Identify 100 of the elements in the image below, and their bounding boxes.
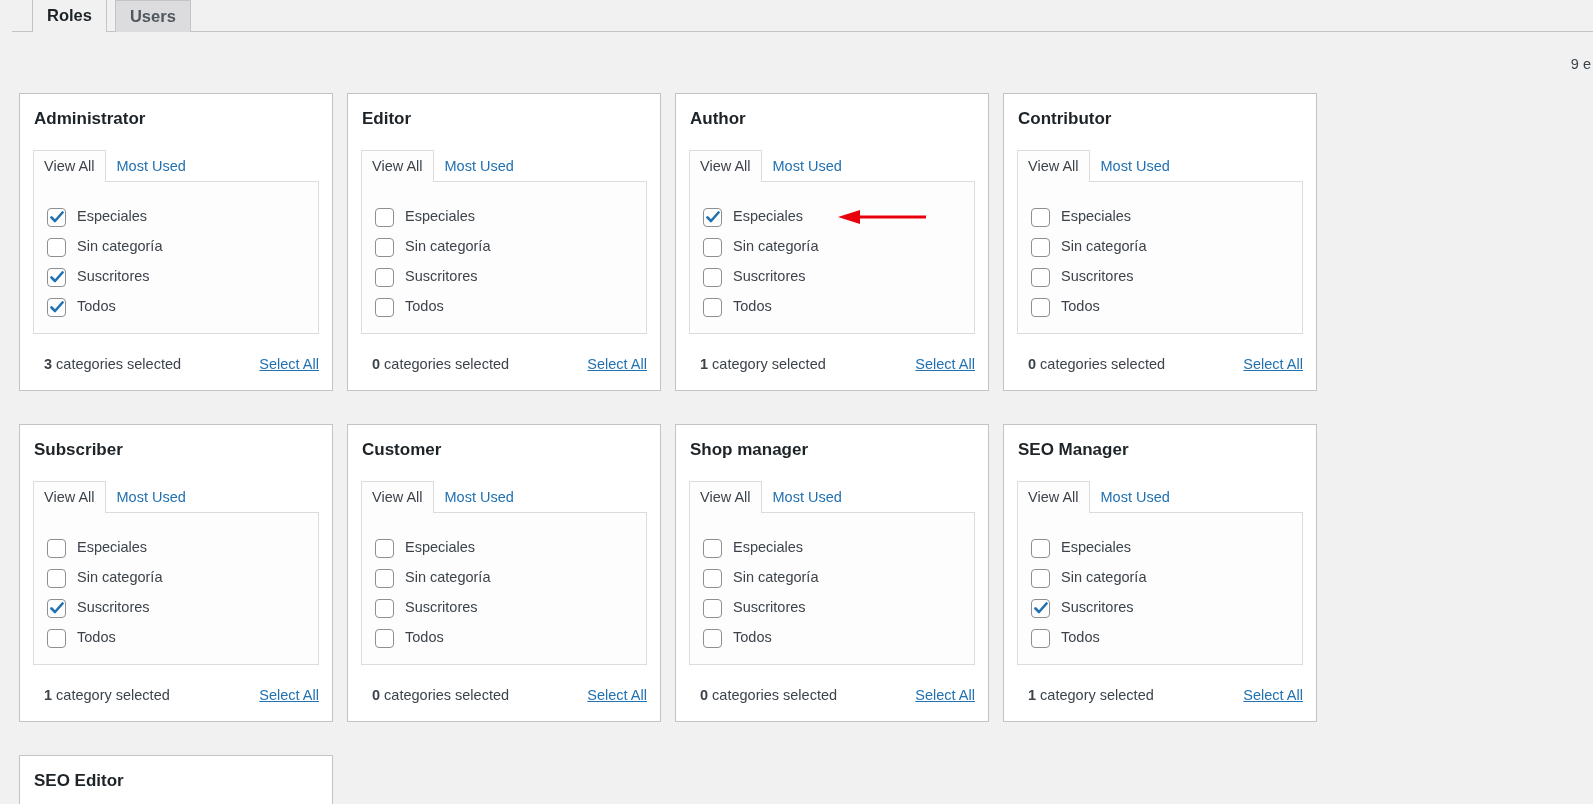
checkbox[interactable] — [1031, 207, 1050, 227]
checkbox[interactable] — [703, 598, 722, 618]
selection-count: 0 categories selected — [372, 686, 510, 706]
checkbox[interactable] — [1031, 628, 1050, 648]
select-all-link[interactable]: Select All — [915, 354, 975, 376]
checkbox[interactable] — [47, 568, 66, 588]
checkbox[interactable] — [703, 628, 722, 648]
checkbox[interactable] — [375, 237, 394, 257]
category-label: Especiales — [77, 538, 148, 558]
checkbox[interactable] — [1031, 598, 1050, 618]
category-label: Todos — [405, 297, 444, 317]
category-tab[interactable]: Most Used — [1089, 149, 1181, 183]
select-all-link[interactable]: Select All — [587, 354, 647, 376]
selection-count: 0 categories selected — [1028, 355, 1166, 375]
checkbox[interactable] — [1031, 267, 1050, 287]
category-label: Especiales — [405, 538, 476, 558]
checkbox[interactable] — [47, 267, 66, 287]
checkbox[interactable] — [703, 267, 722, 287]
checkbox[interactable] — [1031, 237, 1050, 257]
checkbox[interactable] — [703, 297, 722, 317]
select-all-link[interactable]: Select All — [1243, 354, 1303, 376]
category-label: Suscritores — [1061, 267, 1134, 287]
category-label: Sin categoría — [1061, 237, 1147, 257]
category-label: Suscritores — [733, 267, 806, 287]
category-tab[interactable]: Most Used — [761, 149, 853, 183]
category-tab[interactable]: Most Used — [105, 480, 197, 514]
category-label: Especiales — [405, 207, 476, 227]
role-title: SEO Manager — [1018, 439, 1130, 461]
checkbox[interactable] — [47, 207, 66, 227]
category-label: Suscritores — [405, 598, 478, 618]
page-tab[interactable]: Roles — [32, 0, 107, 32]
category-label: Especiales — [1061, 538, 1132, 558]
category-tab[interactable]: View All — [33, 480, 106, 514]
category-tab[interactable]: Most Used — [105, 149, 197, 183]
checkbox[interactable] — [375, 598, 394, 618]
checkbox[interactable] — [1031, 538, 1050, 558]
category-tab[interactable]: View All — [33, 149, 106, 183]
category-tab[interactable]: Most Used — [433, 149, 525, 183]
category-tab[interactable]: View All — [361, 480, 434, 514]
category-label: Todos — [733, 297, 772, 317]
category-label: Suscritores — [733, 598, 806, 618]
select-all-link[interactable]: Select All — [915, 685, 975, 707]
category-label: Sin categoría — [405, 237, 491, 257]
category-tab[interactable]: Most Used — [761, 480, 853, 514]
category-tab[interactable]: View All — [1017, 480, 1090, 514]
category-label: Especiales — [733, 538, 804, 558]
checkbox[interactable] — [375, 538, 394, 558]
checkbox[interactable] — [703, 237, 722, 257]
select-all-link[interactable]: Select All — [1243, 685, 1303, 707]
category-label: Todos — [77, 628, 116, 648]
checkbox[interactable] — [47, 628, 66, 648]
checkbox[interactable] — [47, 598, 66, 618]
category-label: Especiales — [733, 207, 804, 227]
selection-count: 1 category selected — [1028, 686, 1154, 706]
category-label: Sin categoría — [405, 568, 491, 588]
checkbox[interactable] — [375, 297, 394, 317]
select-all-link[interactable]: Select All — [259, 685, 319, 707]
checkbox[interactable] — [47, 538, 66, 558]
checkbox[interactable] — [703, 568, 722, 588]
category-label: Todos — [733, 628, 772, 648]
select-all-link[interactable]: Select All — [259, 354, 319, 376]
checkbox[interactable] — [1031, 297, 1050, 317]
role-title: Shop manager — [690, 439, 810, 461]
page-tab[interactable]: Users — [114, 0, 191, 32]
category-tab[interactable]: View All — [1017, 149, 1090, 183]
role-title: Editor — [362, 108, 413, 130]
checkbox[interactable] — [375, 568, 394, 588]
checkbox[interactable] — [375, 628, 394, 648]
checkbox[interactable] — [703, 207, 722, 227]
select-all-link[interactable]: Select All — [587, 685, 647, 707]
category-label: Todos — [1061, 628, 1100, 648]
selection-count: 3 categories selected — [44, 355, 182, 375]
selection-count: 0 categories selected — [700, 686, 838, 706]
category-label: Especiales — [77, 207, 148, 227]
role-title: Author — [690, 108, 747, 130]
selection-count: 0 categories selected — [372, 355, 510, 375]
category-tab[interactable]: View All — [361, 149, 434, 183]
category-tab[interactable]: Most Used — [1089, 480, 1181, 514]
selection-count: 1 category selected — [700, 355, 826, 375]
checkbox[interactable] — [375, 207, 394, 227]
selection-count: 1 category selected — [44, 686, 170, 706]
role-title: Customer — [362, 439, 443, 461]
category-label: Sin categoría — [733, 568, 819, 588]
category-label: Suscritores — [1061, 598, 1134, 618]
category-tab[interactable]: View All — [689, 149, 762, 183]
category-label: Suscritores — [77, 598, 150, 618]
checkbox[interactable] — [1031, 568, 1050, 588]
checkbox[interactable] — [47, 297, 66, 317]
category-label: Todos — [77, 297, 116, 317]
category-tab[interactable]: Most Used — [433, 480, 525, 514]
category-label: Todos — [405, 628, 444, 648]
checkbox[interactable] — [375, 267, 394, 287]
count-text: 9 e — [1570, 56, 1591, 72]
checkbox[interactable] — [703, 538, 722, 558]
category-label: Suscritores — [405, 267, 478, 287]
category-label: Suscritores — [77, 267, 150, 287]
category-label: Especiales — [1061, 207, 1132, 227]
checkbox[interactable] — [47, 237, 66, 257]
category-tab[interactable]: View All — [689, 480, 762, 514]
role-title: SEO Editor — [34, 770, 125, 792]
